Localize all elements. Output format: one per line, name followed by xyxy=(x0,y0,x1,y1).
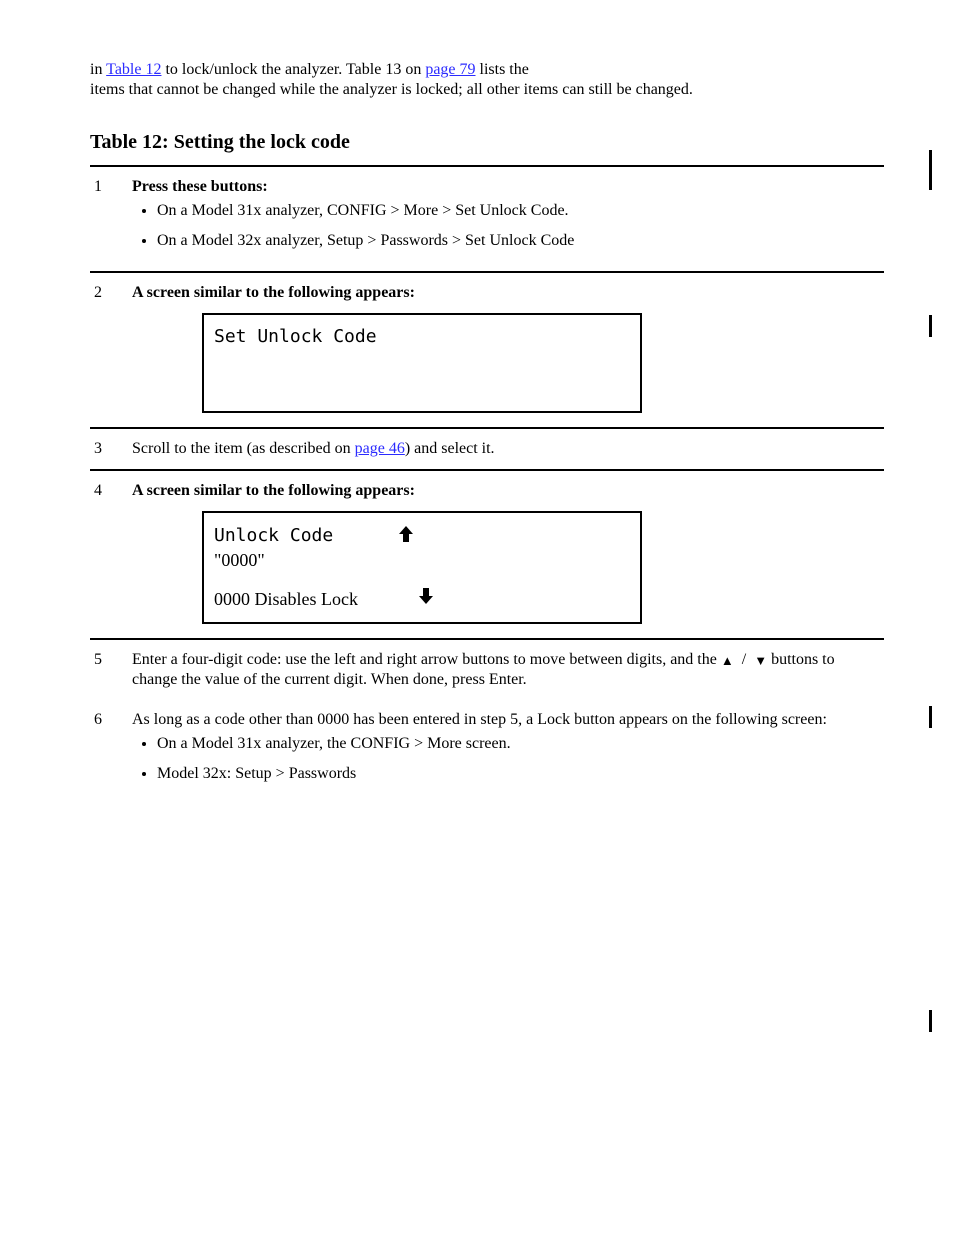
page: in Table 12 to lock/unlock the analyzer.… xyxy=(0,0,954,1235)
step-num-6: 6 xyxy=(90,700,128,804)
up-triangle-icon: ▲ xyxy=(721,653,734,669)
step-num-3: 3 xyxy=(90,429,128,470)
step-num-1: 1 xyxy=(90,167,128,272)
step2-label: A screen similar to the following appear… xyxy=(132,284,415,301)
step-row-5: 5 Enter a four-digit code: use the left … xyxy=(90,640,884,700)
step-row-1: 1 Press these buttons: On a Model 31x an… xyxy=(90,167,884,272)
screen2-line3: 0000 Disables Lock xyxy=(214,588,358,611)
changebar xyxy=(929,1010,932,1032)
intro-text-1: in xyxy=(90,61,106,78)
changebar xyxy=(929,706,932,728)
intro-text-2: to lock/unlock the analyzer. Table 13 on xyxy=(161,61,425,78)
step6-item-2: Model 32x: Setup > Passwords xyxy=(157,764,880,784)
intro-text-4: items that cannot be changed while the a… xyxy=(90,81,693,98)
steps-table: 1 Press these buttons: On a Model 31x an… xyxy=(90,165,884,804)
intro-paragraph: in Table 12 to lock/unlock the analyzer.… xyxy=(90,60,884,100)
step6-list: On a Model 31x analyzer, the CONFIG > Mo… xyxy=(132,734,880,784)
step-num-2: 2 xyxy=(90,273,128,428)
link-table12[interactable]: Table 12 xyxy=(106,61,161,78)
intro-text-3: lists the xyxy=(476,61,529,78)
step1-item-2: On a Model 32x analyzer, Setup > Passwor… xyxy=(157,231,880,251)
step6-item-1: On a Model 31x analyzer, the CONFIG > Mo… xyxy=(157,734,880,754)
device-screen-1: Set Unlock Code xyxy=(202,313,642,413)
screen2-line2: "0000" xyxy=(214,549,265,572)
step3-text-after: ) and select it. xyxy=(405,440,495,457)
device-screen-2: Unlock Code "0000" 0000 Disables Lock xyxy=(202,511,642,624)
step5-text-before: Enter a four-digit code: use the left an… xyxy=(132,651,717,668)
step-num-5: 5 xyxy=(90,640,128,700)
step-row-6: 6 As long as a code other than 0000 has … xyxy=(90,700,884,804)
screen2-line1: Unlock Code xyxy=(214,524,333,547)
link-page46[interactable]: page 46 xyxy=(355,440,405,457)
step4-label: A screen similar to the following appear… xyxy=(132,482,415,499)
up-arrow-icon xyxy=(398,523,414,549)
step-row-2: 2 A screen similar to the following appe… xyxy=(90,273,884,428)
step-row-3: 3 Scroll to the item (as described on pa… xyxy=(90,429,884,470)
changebar xyxy=(929,315,932,337)
table12-heading: Table 12: Setting the lock code xyxy=(90,130,884,155)
step1-item-1: On a Model 31x analyzer, CONFIG > More >… xyxy=(157,201,880,221)
step3-text-before: Scroll to the item (as described on xyxy=(132,440,355,457)
changebar xyxy=(929,150,932,190)
step6-text: As long as a code other than 0000 has be… xyxy=(132,711,827,728)
step-row-4: 4 A screen similar to the following appe… xyxy=(90,471,884,639)
down-arrow-icon xyxy=(418,586,434,612)
step1-label: Press these buttons: xyxy=(132,178,268,195)
step1-list: On a Model 31x analyzer, CONFIG > More >… xyxy=(132,201,880,251)
link-page79[interactable]: page 79 xyxy=(425,61,475,78)
screen1-title: Set Unlock Code xyxy=(214,325,377,348)
step-num-4: 4 xyxy=(90,471,128,639)
down-triangle-icon: ▼ xyxy=(754,653,767,669)
